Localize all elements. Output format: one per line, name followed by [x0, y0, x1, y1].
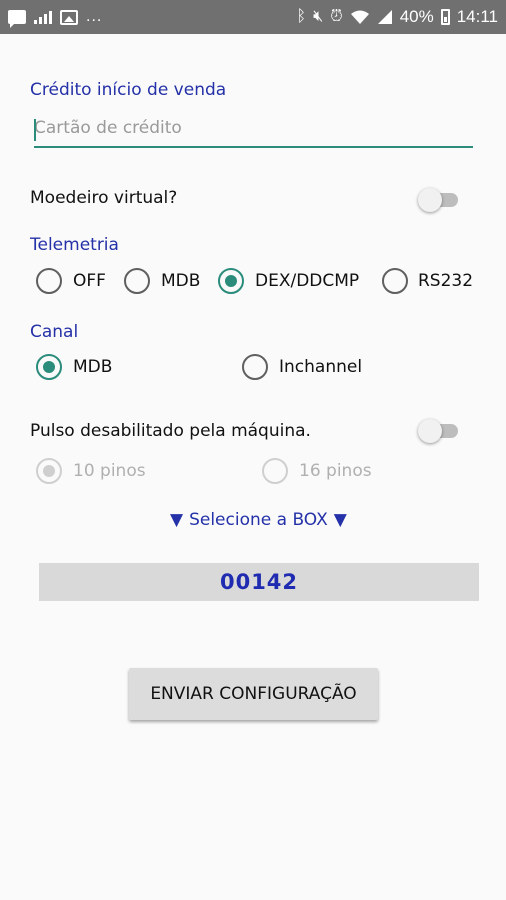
telemetry-off-radio[interactable]: [36, 268, 62, 294]
bluetooth-icon: ᛒ: [296, 8, 307, 25]
status-bar-right: ᛒ 🔇︎ ⏰︎ 40% 14:11: [297, 0, 499, 34]
image-icon: [60, 9, 78, 25]
telemetry-mdb-radio[interactable]: [124, 268, 150, 294]
telemetry-rs232-radio[interactable]: [382, 268, 408, 294]
switch-thumb: [418, 188, 442, 212]
chat-icon: [8, 10, 26, 28]
triangle-down-icon: ▼: [333, 510, 347, 530]
channel-label: Canal: [30, 322, 79, 342]
pulse-16-pins-label: 16 pinos: [299, 461, 372, 481]
credit-input[interactable]: Cartão de crédito: [34, 118, 182, 138]
pulse-switch[interactable]: [418, 418, 462, 444]
channel-inchannel-radio[interactable]: [242, 354, 268, 380]
credit-input-underline: [34, 146, 473, 148]
pulse-16-pins-radio[interactable]: [262, 458, 288, 484]
wifi-icon: [350, 10, 369, 24]
telemetry-off-label: OFF: [73, 271, 106, 291]
text-cursor: [34, 119, 36, 141]
select-box-toggle[interactable]: ▼ Selecione a BOX ▼: [170, 510, 347, 530]
pulse-10-pins-radio[interactable]: [36, 458, 62, 484]
channel-mdb-label: MDB: [73, 357, 113, 377]
channel-mdb-radio[interactable]: [36, 354, 62, 380]
telemetry-mdb-label: MDB: [161, 271, 201, 291]
box-code-value: 00142: [219, 570, 299, 594]
virtual-coin-label: Moedeiro virtual?: [30, 188, 178, 208]
telemetry-label: Telemetria: [30, 235, 119, 255]
mute-icon: 🔇︎: [313, 8, 324, 25]
send-configuration-button[interactable]: ENVIAR CONFIGURAÇÃO: [129, 668, 378, 720]
telemetry-dex-ddcmp-label: DEX/DDCMP: [255, 271, 360, 291]
box-code-display[interactable]: 00142: [39, 563, 479, 601]
channel-inchannel-label: Inchannel: [279, 357, 363, 377]
telemetry-rs232-label: RS232: [418, 271, 474, 291]
select-box-label: Selecione a BOX: [189, 510, 328, 530]
battery-icon: [440, 9, 450, 25]
pulse-10-pins-label: 10 pinos: [73, 461, 146, 481]
telemetry-dex-ddcmp-radio[interactable]: [218, 268, 244, 294]
credit-label: Crédito início de venda: [30, 80, 227, 100]
switch-thumb: [418, 419, 442, 443]
battery-percent: 40%: [399, 7, 434, 26]
more-notifications: ...: [86, 8, 103, 25]
alarm-icon: ⏰︎: [330, 8, 343, 25]
signal-bars-icon: [34, 10, 52, 24]
clock: 14:11: [456, 7, 498, 26]
virtual-coin-switch[interactable]: [418, 187, 462, 213]
status-bar-left: ...: [8, 0, 102, 34]
triangle-down-icon: ▼: [170, 510, 184, 530]
pulse-label: Pulso desabilitado pela máquina.: [30, 421, 311, 441]
status-bar: ... ᛒ 🔇︎ ⏰︎ 40% 14:11: [0, 0, 506, 34]
cell-signal-icon: [377, 10, 392, 24]
